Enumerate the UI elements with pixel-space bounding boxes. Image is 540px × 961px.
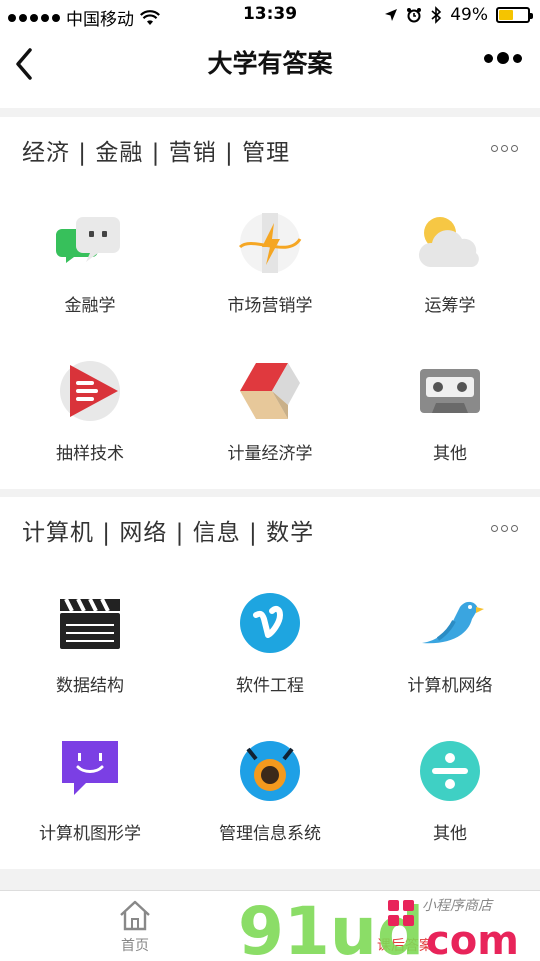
- category-label: 管理信息系统: [219, 824, 321, 844]
- battery-icon: [496, 7, 533, 23]
- category-label: 金融学: [64, 296, 116, 316]
- location-icon: [385, 9, 398, 21]
- category-item-mis[interactable]: 管理信息系统: [180, 737, 360, 877]
- section-title: 计算机 | 网络 | 信息 | 数学: [22, 520, 315, 546]
- tab-answers[interactable]: 课后答案: [360, 897, 450, 955]
- cassette-icon: [420, 369, 480, 413]
- bluetooth-icon: [431, 6, 442, 24]
- twitch-icon: [62, 741, 118, 795]
- category-item-other-1[interactable]: 其他: [360, 357, 540, 497]
- category-label: 运筹学: [424, 296, 476, 316]
- tab-label: 首页: [121, 938, 149, 954]
- answers-icon: [387, 897, 423, 933]
- status-bar: 中国移动 13:39 49%: [0, 0, 540, 32]
- sun-cloud-icon: [418, 217, 479, 267]
- category-label: 其他: [433, 824, 467, 844]
- category-label: 抽样技术: [56, 444, 124, 464]
- tab-label: 课后答案: [377, 938, 433, 954]
- category-item-marketing[interactable]: 市场营销学: [180, 209, 360, 349]
- vimeo-icon: [240, 593, 300, 653]
- category-item-econometrics[interactable]: 计量经济学: [180, 357, 360, 497]
- category-item-software-engineering[interactable]: 软件工程: [180, 589, 360, 729]
- category-item-other-2[interactable]: 其他: [360, 737, 540, 877]
- nav-bar: 大学有答案: [0, 32, 540, 108]
- alarm-icon: [407, 8, 422, 23]
- category-item-computer-networks[interactable]: 计算机网络: [360, 589, 540, 729]
- section-title: 经济 | 金融 | 营销 | 管理: [22, 140, 291, 166]
- category-label: 市场营销学: [227, 296, 313, 316]
- category-label: 计量经济学: [227, 444, 313, 464]
- section-more-button[interactable]: [491, 525, 518, 532]
- category-label: 计算机图形学: [39, 824, 141, 844]
- category-label: 其他: [433, 444, 467, 464]
- category-section-economics: 经济 | 金融 | 营销 | 管理 金融学 市场营销学 运筹学 抽样技术 计量经…: [0, 117, 540, 489]
- section-more-button[interactable]: [491, 145, 518, 152]
- category-section-computing: 计算机 | 网络 | 信息 | 数学 数据结构 软件工程 计算机网络 计算机图形…: [0, 497, 540, 869]
- chat-bubbles-icon: [56, 217, 120, 263]
- battery-percent: 49%: [450, 5, 488, 25]
- bird-icon: [422, 601, 484, 644]
- category-item-computer-graphics[interactable]: 计算机图形学: [0, 737, 180, 877]
- category-item-sampling[interactable]: 抽样技术: [0, 357, 180, 497]
- status-right: 49%: [384, 5, 533, 25]
- more-menu-button[interactable]: [484, 52, 522, 64]
- tab-home[interactable]: 首页: [90, 897, 180, 955]
- category-label: 数据结构: [56, 676, 124, 696]
- camera-bot-icon: [240, 741, 300, 801]
- plus-icon: [420, 741, 480, 801]
- page-title: 大学有答案: [207, 49, 333, 78]
- cube-icon: [240, 363, 300, 419]
- category-label: 计算机网络: [407, 676, 493, 696]
- play-icon: [60, 361, 120, 421]
- clapperboard-icon: [60, 598, 120, 649]
- category-item-operations-research[interactable]: 运筹学: [360, 209, 540, 349]
- lightning-icon: [238, 213, 302, 273]
- category-item-finance[interactable]: 金融学: [0, 209, 180, 349]
- tab-bar: 首页 课后答案: [0, 890, 540, 961]
- category-label: 软件工程: [236, 676, 304, 696]
- category-item-data-structures[interactable]: 数据结构: [0, 589, 180, 729]
- home-icon: [120, 900, 150, 931]
